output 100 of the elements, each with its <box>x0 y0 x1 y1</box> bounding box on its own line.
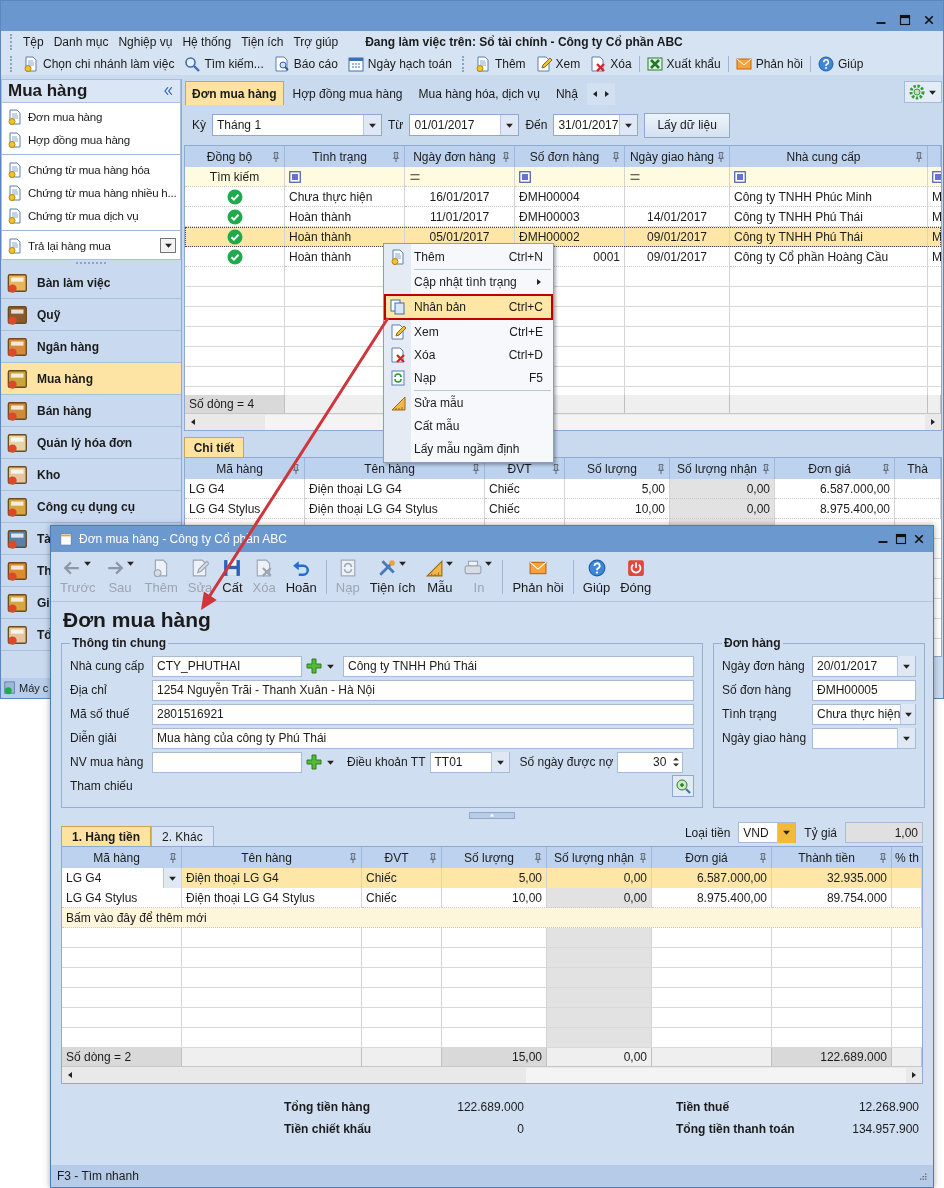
dropdown-field[interactable]: Chưa thực hiện <box>812 703 916 725</box>
toolbar-grip[interactable] <box>10 56 13 72</box>
sidebar-link[interactable]: Chứng từ mua hàng hóa <box>2 158 180 181</box>
menu-item[interactable]: Xóa Ctrl+D <box>386 344 551 366</box>
toolbar-button[interactable]: Xóa <box>585 54 637 74</box>
menu-item[interactable]: Nhân bản Ctrl+C <box>386 296 551 318</box>
sidebar-link[interactable]: Hợp đồng mua hàng <box>2 128 180 151</box>
collapse-handle[interactable] <box>469 811 515 819</box>
scroll-right-icon[interactable] <box>910 1071 918 1079</box>
scrollbar-thumb[interactable] <box>526 1067 906 1083</box>
close-icon[interactable] <box>913 533 925 545</box>
table-row[interactable]: Hoàn thành 11/01/2017 ĐMH00003 14/01/2017 Công ty TNHH Phú Thái M <box>185 207 941 227</box>
maximize-icon[interactable] <box>895 533 907 545</box>
toolbar-button[interactable]: Chọn chi nhánh làm việc <box>18 54 180 74</box>
toolbar-button[interactable]: Báo cáo <box>268 54 343 74</box>
menu-item[interactable]: Xem Ctrl+E <box>386 321 551 343</box>
menu-item[interactable]: Hệ thống <box>177 35 237 49</box>
dropdown-button[interactable] <box>160 238 176 253</box>
description-field[interactable]: Mua hàng của công ty Phú Thái <box>152 727 694 749</box>
toolbar-grip[interactable] <box>461 56 465 72</box>
column-header[interactable]: Số lượng nhận <box>670 458 775 479</box>
horizontal-scrollbar[interactable] <box>62 1066 922 1083</box>
settings-button[interactable] <box>904 81 942 103</box>
toolbar-button[interactable]: Tiện ích <box>364 556 421 597</box>
column-header[interactable]: Thà <box>895 458 941 479</box>
menu-item[interactable]: Sửa mẫu <box>386 392 551 414</box>
table-row[interactable]: LG G4 Điện thoại LG G4 Chiếc 5,00 0,00 6.587.000,00 32.935.000 <box>62 868 922 888</box>
dropdown-field[interactable] <box>812 727 916 749</box>
date-field[interactable]: 31/01/2017 <box>553 114 639 136</box>
period-dropdown[interactable]: Tháng 1 <box>212 114 382 136</box>
column-header[interactable]: Số lượng nhận <box>547 847 652 868</box>
column-header[interactable]: Ngày giao hàng <box>625 146 730 167</box>
text-field[interactable]: ĐMH00005 <box>812 679 916 701</box>
dropdown-field[interactable]: 20/01/2017 <box>812 655 916 677</box>
tab[interactable]: Đơn mua hàng <box>185 81 284 105</box>
add-reference-button[interactable] <box>672 775 694 797</box>
column-header[interactable]: Thành tiền <box>772 847 892 868</box>
toolbar-grip[interactable] <box>10 34 13 50</box>
menu-item[interactable]: Nạp F5 <box>386 367 551 389</box>
toolbar-button[interactable]: Đóng <box>615 556 657 597</box>
payment-terms-dropdown[interactable]: TT01 <box>429 751 510 773</box>
toolbar-button[interactable]: Giúp <box>577 556 616 597</box>
table-row[interactable]: Chưa thực hiện 16/01/2017 ĐMH00004 Công ty TNHH Phúc Minh M <box>185 187 941 207</box>
column-header[interactable]: Tên hàng <box>182 847 362 868</box>
menu-item[interactable]: Cất mẫu <box>386 415 551 437</box>
column-header[interactable]: Đơn giá <box>775 458 895 479</box>
date-field[interactable]: 01/01/2017 <box>409 114 520 136</box>
filter-operator-icon[interactable] <box>519 170 531 183</box>
scroll-right-icon[interactable] <box>929 418 937 426</box>
toolbar-button[interactable]: Ngày hạch toán <box>342 54 457 74</box>
toolbar-button[interactable]: Tìm kiếm... <box>179 54 269 74</box>
supplier-code-field[interactable]: CTY_PHUTHAI <box>152 655 302 677</box>
menu-item[interactable]: Nghiệp vụ <box>113 35 178 49</box>
menu-item[interactable]: Trợ giúp <box>288 35 344 49</box>
currency-dropdown[interactable]: VND <box>738 822 797 843</box>
tax-code-field[interactable]: 2801516921 <box>152 703 694 725</box>
resize-grip-icon[interactable] <box>917 1171 927 1181</box>
column-header[interactable]: Số lượng <box>565 458 670 479</box>
credit-days-field[interactable]: 30 <box>617 751 684 773</box>
tab[interactable]: Hợp đồng mua hàng <box>285 81 410 105</box>
toolbar-button[interactable]: Thêm <box>469 54 531 74</box>
close-icon[interactable] <box>923 14 935 26</box>
column-header[interactable]: % th <box>892 847 922 868</box>
maximize-icon[interactable] <box>899 14 911 26</box>
toolbar-button[interactable]: Giúp <box>813 54 869 74</box>
toolbar-button[interactable]: Hoãn <box>280 556 322 597</box>
column-header[interactable]: Tình trạng <box>285 146 405 167</box>
item-code-dropdown[interactable]: LG G4 <box>62 868 182 889</box>
column-header[interactable]: Đơn giá <box>652 847 772 868</box>
staff-field[interactable] <box>152 751 302 773</box>
splitter-handle[interactable] <box>76 262 106 265</box>
sidebar-link[interactable]: Chứng từ mua hàng nhiều h... <box>2 181 180 204</box>
filter-operator-icon[interactable] <box>289 170 301 183</box>
menu-item[interactable]: Cập nhật tình trạng <box>386 271 551 293</box>
table-row[interactable]: LG G4 Stylus Điện thoại LG G4 Stylus Chiếc 10,00 0,00 8.975.400,00 89.754.000 <box>62 888 922 908</box>
address-field[interactable]: 1254 Nguyễn Trãi - Thanh Xuân - Hà Nội <box>152 679 694 701</box>
toolbar-button[interactable]: Mẫu <box>420 556 460 597</box>
menu-item[interactable]: Danh mục <box>48 35 114 49</box>
filter-operator-icon[interactable] <box>734 170 746 183</box>
sidebar-link[interactable]: Trả lại hàng mua <box>2 234 180 257</box>
column-header[interactable]: Đồng bộ <box>185 146 285 167</box>
module-button[interactable]: Mua hàng <box>1 363 181 395</box>
collapse-icon[interactable] <box>162 85 174 97</box>
menu-item[interactable]: Tiện ích <box>236 35 289 49</box>
column-header[interactable]: Số đơn hàng <box>515 146 625 167</box>
toolbar-button[interactable]: Xem <box>530 54 586 74</box>
scroll-left-icon[interactable] <box>189 418 197 426</box>
sidebar-link[interactable]: Đơn mua hàng <box>2 105 180 128</box>
load-data-button[interactable]: Lấy dữ liệu <box>644 112 730 138</box>
tab[interactable]: Mua hàng hóa, dịch vụ <box>411 81 547 105</box>
column-header[interactable]: ĐVT <box>362 847 442 868</box>
tab[interactable]: 2. Khác <box>151 826 214 846</box>
filter-operator-icon[interactable] <box>932 170 941 183</box>
menu-item[interactable]: Lấy mẫu ngầm định <box>386 438 551 460</box>
tab[interactable]: Nhậ <box>548 81 585 105</box>
column-header[interactable]: Ngày đơn hàng <box>405 146 515 167</box>
sidebar-link[interactable]: Chứng từ mua dịch vụ <box>2 204 180 227</box>
column-header[interactable]: Mã hàng <box>62 847 182 868</box>
toolbar-button[interactable]: Phản hồi <box>730 54 809 74</box>
scroll-right-icon[interactable] <box>602 90 611 98</box>
